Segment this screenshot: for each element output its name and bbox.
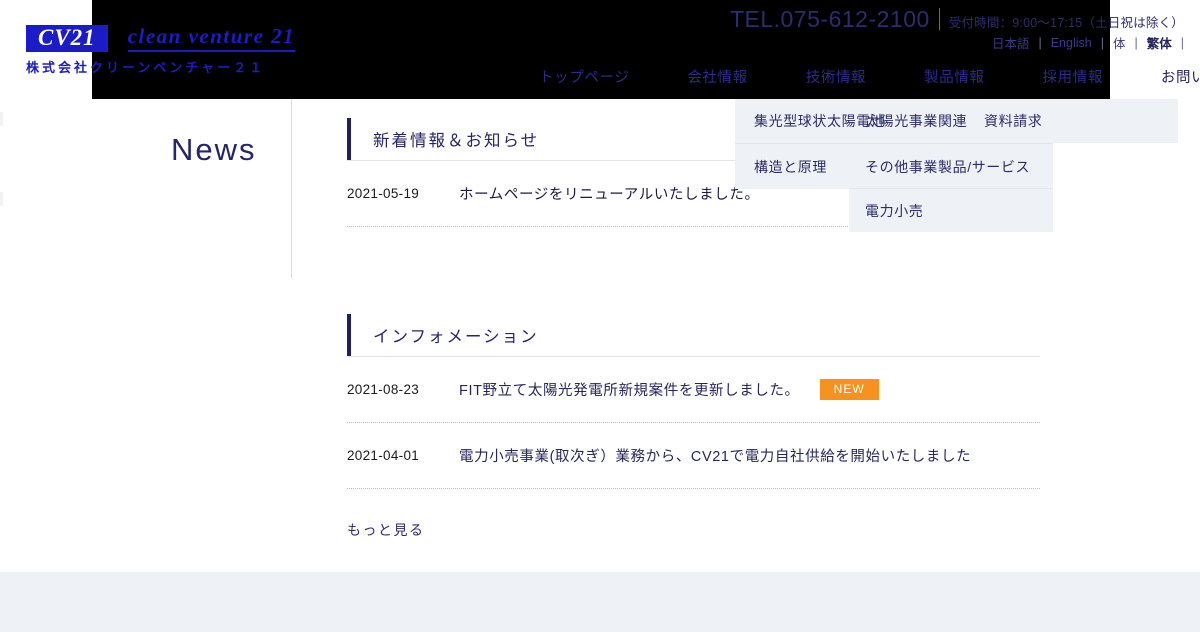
nav-item-recruit[interactable]: 採用情報 xyxy=(1014,66,1132,87)
news-title: ホームページをリニューアルいたしました。 xyxy=(459,183,760,204)
nav-item-contact[interactable]: お問い合わせ xyxy=(1132,66,1200,87)
nav-item-technology[interactable]: 技術情報 xyxy=(777,66,895,87)
dropdown-item-electricity-retail[interactable]: 電力小売 xyxy=(865,189,923,232)
info-date: 2021-08-23 xyxy=(347,382,459,397)
divider xyxy=(939,8,940,30)
language-switcher[interactable]: 日本語 | English | 体 | 繁体 | xyxy=(983,33,1184,52)
nav-item-products[interactable]: 製品情報 xyxy=(895,66,1013,87)
dropdown-item-solar-business[interactable]: 太陽光事業関連 xyxy=(865,99,967,143)
info-date: 2021-04-01 xyxy=(347,448,459,463)
info-title: 電力小売事業(取次ぎ）業務から、CV21で電力自社供給を開始いたしました xyxy=(459,445,971,466)
lang-divider-4: | xyxy=(1181,36,1184,50)
status-badge: NEW xyxy=(820,379,879,400)
section-accent-bar xyxy=(347,314,351,356)
dropdown-item-spherical-solar-cell[interactable]: 集光型球状太陽電池 xyxy=(754,99,850,143)
logo-subtitle: 株式会社クリーンベンチャー２１ xyxy=(26,57,265,76)
info-title: FIT野立て太陽光発電所新規案件を更新しました。 xyxy=(459,379,800,400)
logo-badge: CV21 xyxy=(26,25,108,52)
telephone-number[interactable]: TEL.075-612-2100 xyxy=(730,6,930,33)
lang-english[interactable]: English xyxy=(1042,36,1101,50)
footer-band xyxy=(0,572,1200,632)
lang-traditional-chinese[interactable]: 繁体 xyxy=(1138,33,1181,52)
table-row[interactable]: 2021-04-01 電力小売事業(取次ぎ）業務から、CV21で電力自社供給を開… xyxy=(347,423,1040,489)
page-title: News xyxy=(171,132,257,168)
table-row[interactable]: 2021-08-23 FIT野立て太陽光発電所新規案件を更新しました。 NEW xyxy=(347,357,1040,423)
reception-hours: 受付時間：9:00〜17:15（土日祝は除く） xyxy=(949,12,1184,31)
more-link[interactable]: もっと見る xyxy=(347,520,425,540)
section-header: インフォメーション xyxy=(347,314,1040,357)
site-logo[interactable]: CV21clean venture 21 株式会社クリーンベンチャー２１ xyxy=(26,24,295,52)
edge-artifact-top xyxy=(0,112,3,126)
section-title-information: インフォメーション xyxy=(373,323,539,347)
nav-item-top[interactable]: トップページ xyxy=(510,66,658,87)
dropdown-item-other-products-services[interactable]: その他事業製品/サービス xyxy=(865,144,1030,189)
title-divider xyxy=(291,99,292,278)
logo-wordmark: clean venture 21 xyxy=(128,24,295,52)
dropdown-panel-row2: 構造と原理 その他事業製品/サービス xyxy=(735,143,1053,189)
dropdown-item-document-request[interactable]: 資料請求 xyxy=(984,99,1042,143)
dropdown-item-structure-principle[interactable]: 構造と原理 xyxy=(754,144,827,189)
section-information: インフォメーション 2021-08-23 FIT野立て太陽光発電所新規案件を更新… xyxy=(347,314,1040,489)
contact-info: TEL.075-612-2100 受付時間：9:00〜17:15（土日祝は除く） xyxy=(730,5,1184,33)
lang-simplified-chinese[interactable]: 体 xyxy=(1104,33,1135,52)
edge-artifact-bottom xyxy=(0,192,3,206)
nav-item-company[interactable]: 会社情報 xyxy=(658,66,776,87)
dropdown-panel-row3: 電力小売 xyxy=(849,188,1053,232)
lang-japanese[interactable]: 日本語 xyxy=(983,33,1039,52)
news-date: 2021-05-19 xyxy=(347,186,459,201)
section-accent-bar xyxy=(347,118,351,160)
section-title-news: 新着情報＆お知らせ xyxy=(373,127,539,151)
dropdown-panel-row1: 集光型球状太陽電池 太陽光事業関連 資料請求 xyxy=(735,99,1178,143)
primary-navigation: トップページ 会社情報 技術情報 製品情報 採用情報 お問い合わせ xyxy=(510,66,1200,87)
